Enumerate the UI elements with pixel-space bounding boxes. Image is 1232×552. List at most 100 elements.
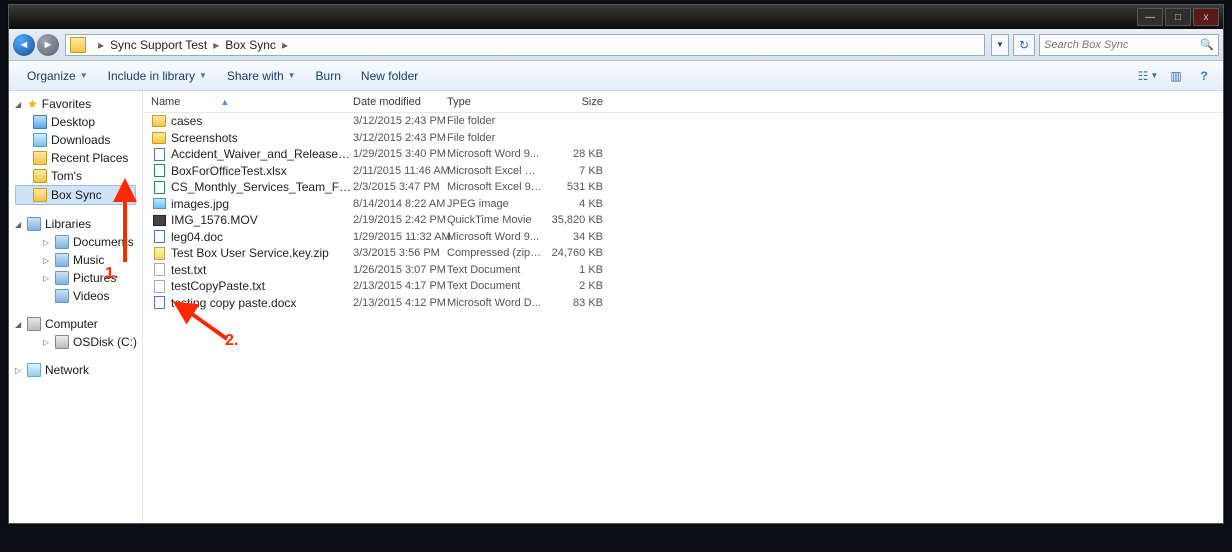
doc-icon [151,147,167,161]
file-date: 1/29/2015 3:40 PM [353,148,447,160]
nav-osdisk[interactable]: ▷OSDisk (C:) [15,333,142,351]
file-date: 2/3/2015 3:47 PM [353,181,447,193]
file-row[interactable]: testing copy paste.docx2/13/2015 4:12 PM… [151,295,1223,312]
address-dropdown-button[interactable]: ▼ [991,34,1009,56]
col-size[interactable]: Size [543,96,603,108]
breadcrumb-sep: ▸ [282,38,288,52]
file-name: Test Box User Service.key.zip [171,246,353,260]
col-date[interactable]: Date modified [353,96,447,108]
file-date: 1/29/2015 11:32 AM [353,231,447,243]
file-date: 2/13/2015 4:17 PM [353,280,447,292]
file-row[interactable]: testCopyPaste.txt2/13/2015 4:17 PMText D… [151,278,1223,295]
file-type: QuickTime Movie [447,214,543,226]
file-size: 28 KB [543,148,603,160]
file-name: leg04.doc [171,230,353,244]
share-with-menu[interactable]: Share with▼ [217,65,306,87]
search-input[interactable] [1044,39,1196,51]
sort-asc-icon: ▲ [220,97,229,107]
music-icon [55,253,69,267]
nav-desktop[interactable]: Desktop [15,113,142,131]
star-icon: ★ [27,97,38,111]
breadcrumb-seg-1[interactable]: Box Sync [225,38,276,52]
organize-menu[interactable]: Organize▼ [17,65,98,87]
file-size: 24,760 KB [543,247,603,259]
file-name: Screenshots [171,131,353,145]
nav-forward-button[interactable]: ► [37,34,59,56]
network-icon [27,363,41,377]
nav-pictures[interactable]: ▷Pictures [15,269,142,287]
file-name: Accident_Waiver_and_Release_of_Liabilit.… [171,147,353,161]
file-size: 2 KB [543,280,603,292]
minimize-button[interactable]: — [1137,8,1163,26]
file-name: IMG_1576.MOV [171,213,353,227]
file-size: 7 KB [543,165,603,177]
file-name: test.txt [171,263,353,277]
txt-icon [151,263,167,277]
file-list: Name▲ Date modified Type Size cases3/12/… [143,91,1223,523]
file-size: 35,820 KB [543,214,603,226]
file-name: testCopyPaste.txt [171,279,353,293]
file-date: 3/3/2015 3:56 PM [353,247,447,259]
computer-header[interactable]: ◢Computer [15,315,142,333]
breadcrumb-seg-0[interactable]: Sync Support Test [110,38,207,52]
file-row[interactable]: cases3/12/2015 2:43 PMFile folder [151,113,1223,130]
nav-back-button[interactable]: ◄ [13,34,35,56]
burn-button[interactable]: Burn [306,65,351,87]
include-in-library-menu[interactable]: Include in library▼ [98,65,217,87]
view-mode-button[interactable]: ☷▼ [1137,66,1159,86]
file-row[interactable]: Test Box User Service.key.zip3/3/2015 3:… [151,245,1223,262]
maximize-button[interactable]: □ [1165,8,1191,26]
command-toolbar: Organize▼ Include in library▼ Share with… [9,61,1223,91]
file-row[interactable]: Screenshots3/12/2015 2:43 PMFile folder [151,130,1223,147]
file-row[interactable]: test.txt1/26/2015 3:07 PMText Document1 … [151,262,1223,279]
drive-icon [55,335,69,349]
xls-icon [151,164,167,178]
videos-icon [55,289,69,303]
nav-documents[interactable]: ▷Documents [15,233,142,251]
col-name[interactable]: Name▲ [151,96,353,108]
file-row[interactable]: leg04.doc1/29/2015 11:32 AMMicrosoft Wor… [151,229,1223,246]
nav-box-sync[interactable]: Box Sync [15,185,136,205]
help-button[interactable]: ? [1193,66,1215,86]
new-folder-button[interactable]: New folder [351,65,428,87]
doc-icon [151,296,167,310]
file-date: 2/11/2015 11:46 AM [353,165,447,177]
nav-downloads[interactable]: Downloads [15,131,142,149]
favorites-header[interactable]: ◢★Favorites [15,95,142,113]
nav-videos[interactable]: ▷Videos [15,287,142,305]
file-type: Microsoft Excel 97... [447,181,543,193]
file-row[interactable]: IMG_1576.MOV2/19/2015 2:42 PMQuickTime M… [151,212,1223,229]
file-row[interactable]: CS_Monthly_Services_Team_Forecast.xls2/3… [151,179,1223,196]
nav-recent-places[interactable]: Recent Places [15,149,142,167]
network-header[interactable]: ▷Network [15,361,142,379]
documents-icon [55,235,69,249]
breadcrumb-sep: ▸ [213,38,219,52]
search-icon: 🔍 [1200,38,1214,51]
file-type: Microsoft Word 9... [447,148,543,160]
file-size: 4 KB [543,198,603,210]
file-date: 8/14/2014 8:22 AM [353,198,447,210]
file-date: 1/26/2015 3:07 PM [353,264,447,276]
file-type: Microsoft Word 9... [447,231,543,243]
col-type[interactable]: Type [447,96,543,108]
file-row[interactable]: Accident_Waiver_and_Release_of_Liabilit.… [151,146,1223,163]
nav-toms[interactable]: Tom's [15,167,142,185]
folder-icon [70,37,86,53]
txt-icon [151,279,167,293]
search-box[interactable]: 🔍 [1039,34,1219,56]
nav-music[interactable]: ▷Music [15,251,142,269]
file-name: BoxForOfficeTest.xlsx [171,164,353,178]
file-row[interactable]: BoxForOfficeTest.xlsx2/11/2015 11:46 AMM… [151,163,1223,180]
downloads-icon [33,133,47,147]
breadcrumb[interactable]: ▸ Sync Support Test ▸ Box Sync ▸ [65,34,985,56]
refresh-button[interactable]: ↻ [1013,34,1035,56]
libraries-header[interactable]: ◢Libraries [15,215,142,233]
close-button[interactable]: x [1193,8,1219,26]
preview-pane-button[interactable]: ▥ [1165,66,1187,86]
file-date: 3/12/2015 2:43 PM [353,115,447,127]
file-row[interactable]: images.jpg8/14/2014 8:22 AMJPEG image4 K… [151,196,1223,213]
file-type: Microsoft Word D... [447,297,543,309]
file-size: 531 KB [543,181,603,193]
libraries-icon [27,217,41,231]
file-date: 2/19/2015 2:42 PM [353,214,447,226]
